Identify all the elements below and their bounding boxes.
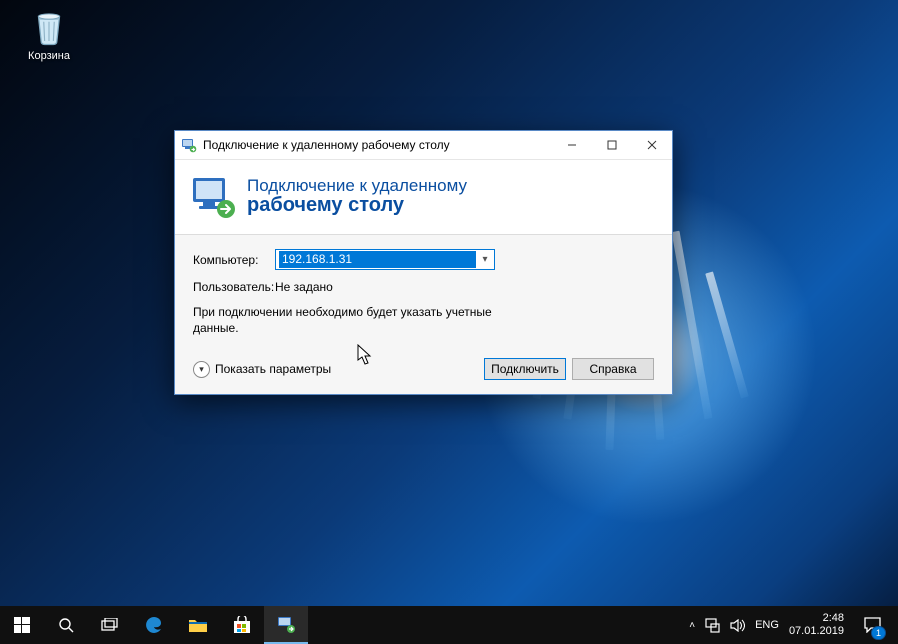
rdp-dialog: Подключение к удаленному рабочему столу <box>174 130 673 395</box>
rdp-taskbar-button[interactable] <box>264 606 308 644</box>
maximize-icon <box>607 140 617 150</box>
dialog-body: Компьютер: 192.168.1.31 ▾ Пользователь: … <box>175 235 672 394</box>
rdp-icon <box>276 614 296 634</box>
store-icon <box>233 616 251 634</box>
dialog-footer: ▾ Показать параметры Подключить Справка <box>193 352 654 380</box>
task-view-button[interactable] <box>88 606 132 644</box>
trash-icon <box>28 6 70 48</box>
recycle-bin-icon[interactable]: Корзина <box>14 6 84 62</box>
titlebar-text: Подключение к удаленному рабочему столу <box>203 138 450 152</box>
taskbar: ˄ ENG 2:48 07.01.2019 1 <box>0 606 898 644</box>
search-button[interactable] <box>44 606 88 644</box>
user-label: Пользователь: <box>193 280 275 294</box>
system-tray: ˄ ENG 2:48 07.01.2019 <box>681 606 852 644</box>
credentials-hint: При подключении необходимо будет указать… <box>193 304 513 336</box>
show-desktop-button[interactable] <box>892 606 898 644</box>
edge-taskbar-button[interactable] <box>132 606 176 644</box>
rdp-hero-icon <box>189 172 237 220</box>
minimize-button[interactable] <box>552 131 592 159</box>
volume-icon[interactable] <box>730 619 745 632</box>
maximize-button[interactable] <box>592 131 632 159</box>
header-line2: рабочему столу <box>247 194 467 217</box>
titlebar[interactable]: Подключение к удаленному рабочему столу <box>175 131 672 160</box>
store-taskbar-button[interactable] <box>220 606 264 644</box>
show-options-toggle[interactable]: ▾ Показать параметры <box>193 361 331 378</box>
minimize-icon <box>567 140 577 150</box>
windows-icon <box>14 617 30 633</box>
user-value: Не задано <box>275 280 333 294</box>
computer-combobox[interactable]: 192.168.1.31 ▾ <box>275 249 495 270</box>
action-center-button[interactable]: 1 <box>852 606 892 644</box>
edge-icon <box>144 615 164 635</box>
recycle-bin-label: Корзина <box>14 50 84 62</box>
close-button[interactable] <box>632 131 672 159</box>
connect-button[interactable]: Подключить <box>484 358 566 380</box>
network-icon[interactable] <box>705 618 720 633</box>
clock-time: 2:48 <box>789 612 844 625</box>
task-view-icon <box>101 618 119 632</box>
close-icon <box>647 140 657 150</box>
folder-icon <box>188 617 208 633</box>
start-button[interactable] <box>0 606 44 644</box>
expand-icon: ▾ <box>193 361 210 378</box>
show-options-label: Показать параметры <box>215 362 331 376</box>
language-indicator[interactable]: ENG <box>755 619 779 631</box>
chevron-down-icon[interactable]: ▾ <box>476 254 494 265</box>
explorer-taskbar-button[interactable] <box>176 606 220 644</box>
clock[interactable]: 2:48 07.01.2019 <box>789 612 848 637</box>
search-icon <box>58 617 75 634</box>
dialog-header: Подключение к удаленному рабочему столу <box>175 160 672 235</box>
desktop[interactable]: Корзина Подключение к удаленному рабочем… <box>0 0 898 644</box>
tray-chevron-up-icon[interactable]: ˄ <box>689 620 695 631</box>
help-button[interactable]: Справка <box>572 358 654 380</box>
rdp-app-icon <box>181 137 197 153</box>
notification-badge: 1 <box>871 626 886 640</box>
header-line1: Подключение к удаленному <box>247 176 467 196</box>
clock-date: 07.01.2019 <box>789 625 844 638</box>
computer-value: 192.168.1.31 <box>279 251 476 268</box>
computer-label: Компьютер: <box>193 253 275 267</box>
